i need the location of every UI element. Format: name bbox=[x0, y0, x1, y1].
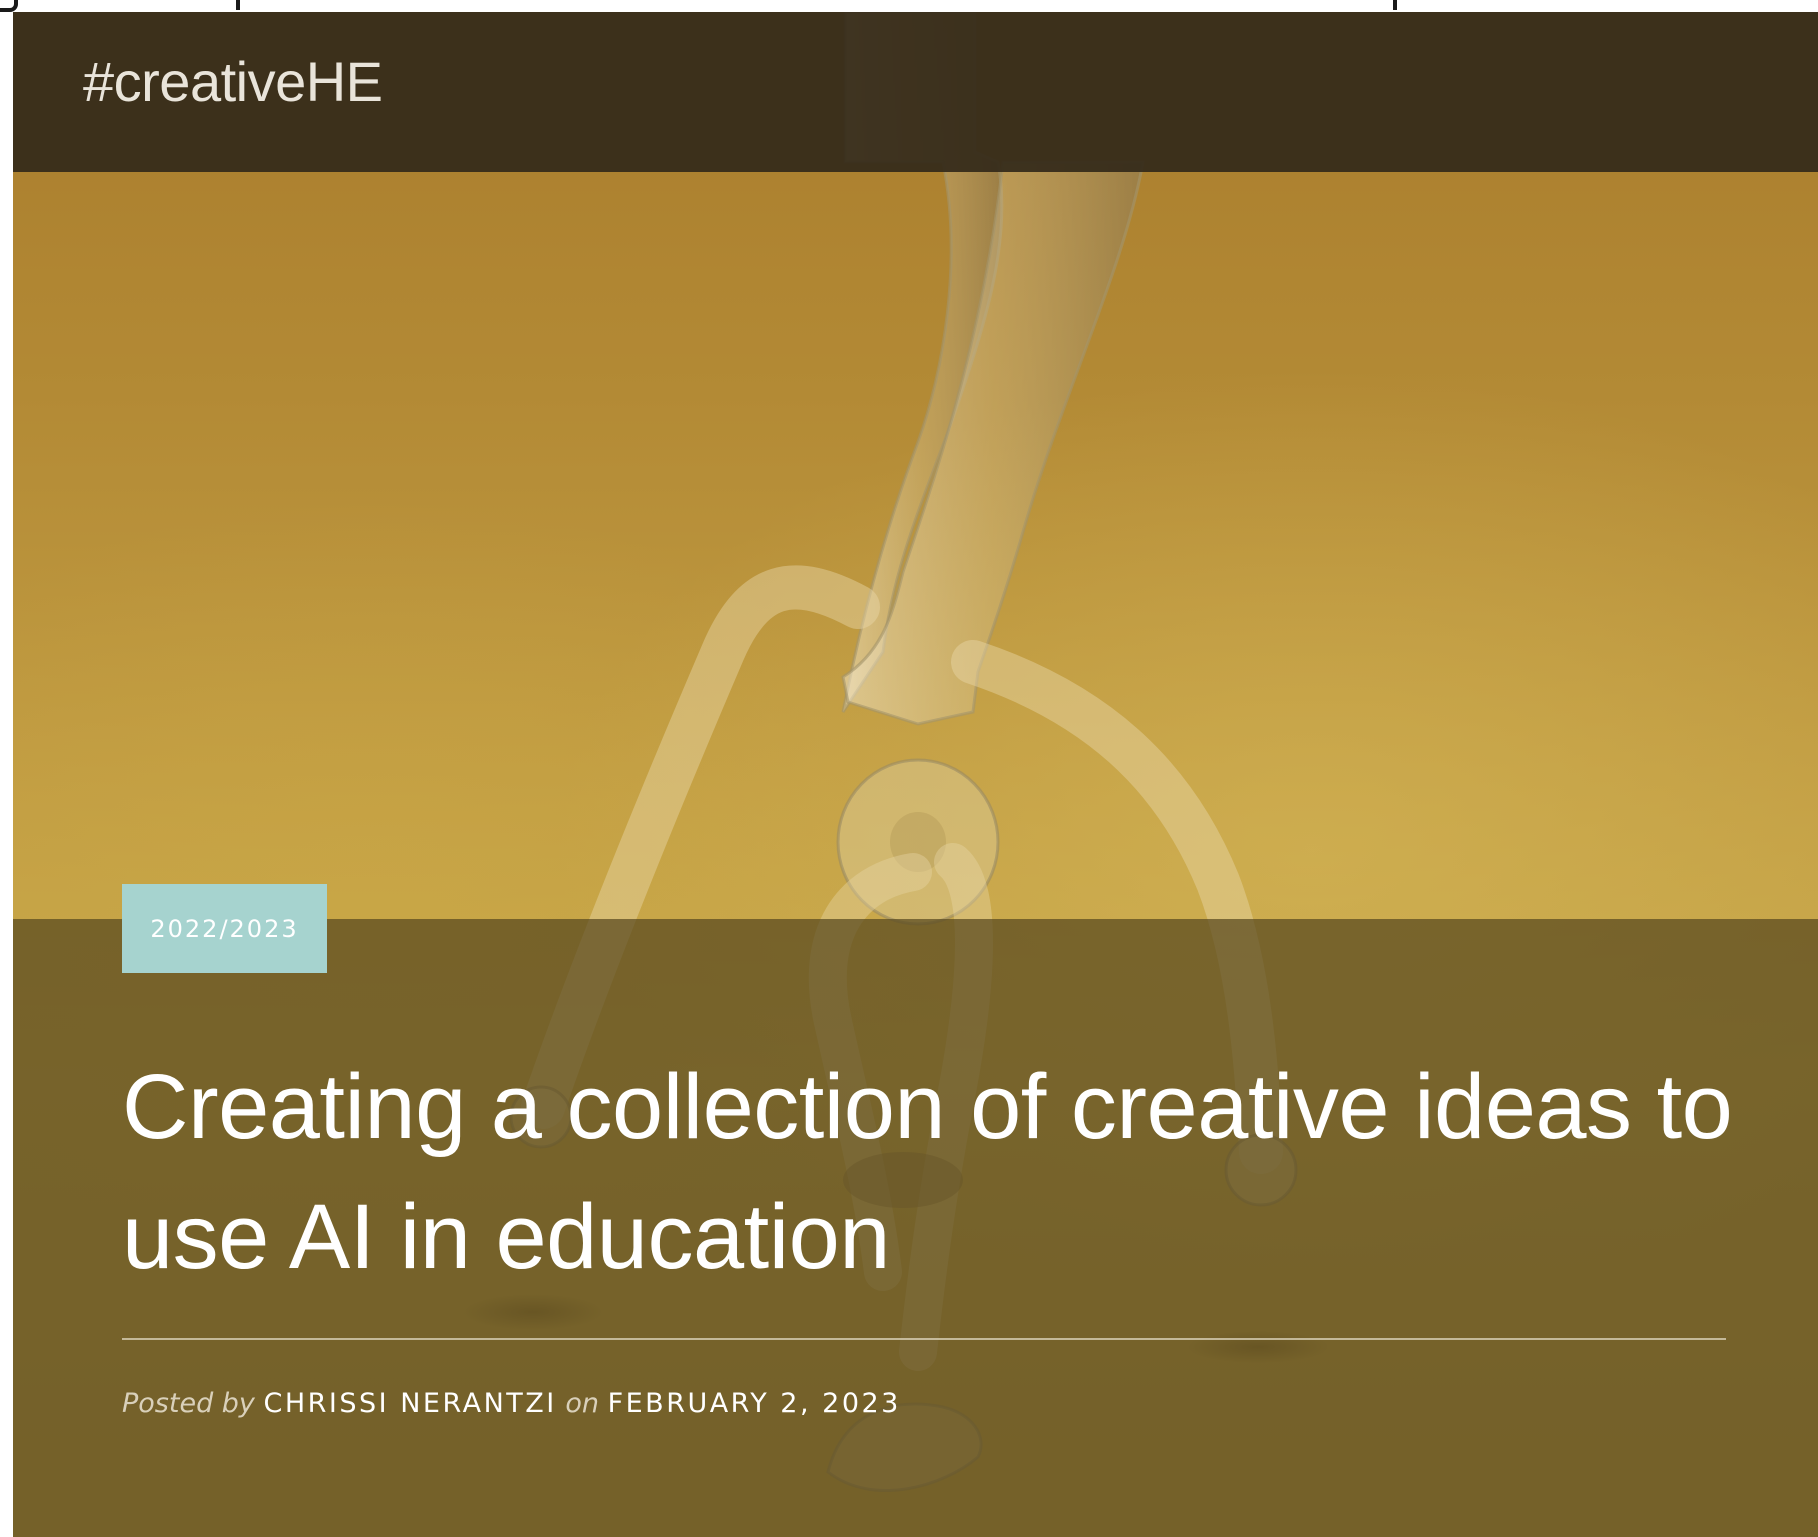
on-label: on bbox=[565, 1388, 599, 1419]
cropped-divider-left bbox=[236, 0, 240, 10]
title-divider bbox=[122, 1338, 1726, 1340]
post-date-link[interactable]: FEBRUARY 2, 2023 bbox=[608, 1388, 901, 1419]
post-title: Creating a collection of creative ideas … bbox=[122, 1056, 1733, 1288]
cropped-divider-right bbox=[1393, 0, 1397, 10]
sculpture-body bbox=[841, 160, 1145, 726]
posted-by-label: Posted by bbox=[122, 1388, 255, 1419]
post-meta: Posted by CHRISSI NERANTZI on FEBRUARY 2… bbox=[122, 1388, 901, 1419]
cropped-glyph bbox=[0, 0, 18, 12]
category-badge[interactable]: 2022/2023 bbox=[122, 884, 327, 973]
post-hero: #creativeHE 2022/2023 Creating a collect… bbox=[13, 12, 1818, 1537]
author-link[interactable]: CHRISSI NERANTZI bbox=[264, 1388, 557, 1419]
site-title-link[interactable]: #creativeHE bbox=[83, 54, 383, 110]
top-strip bbox=[0, 0, 1818, 12]
site-header: #creativeHE bbox=[13, 12, 1818, 172]
